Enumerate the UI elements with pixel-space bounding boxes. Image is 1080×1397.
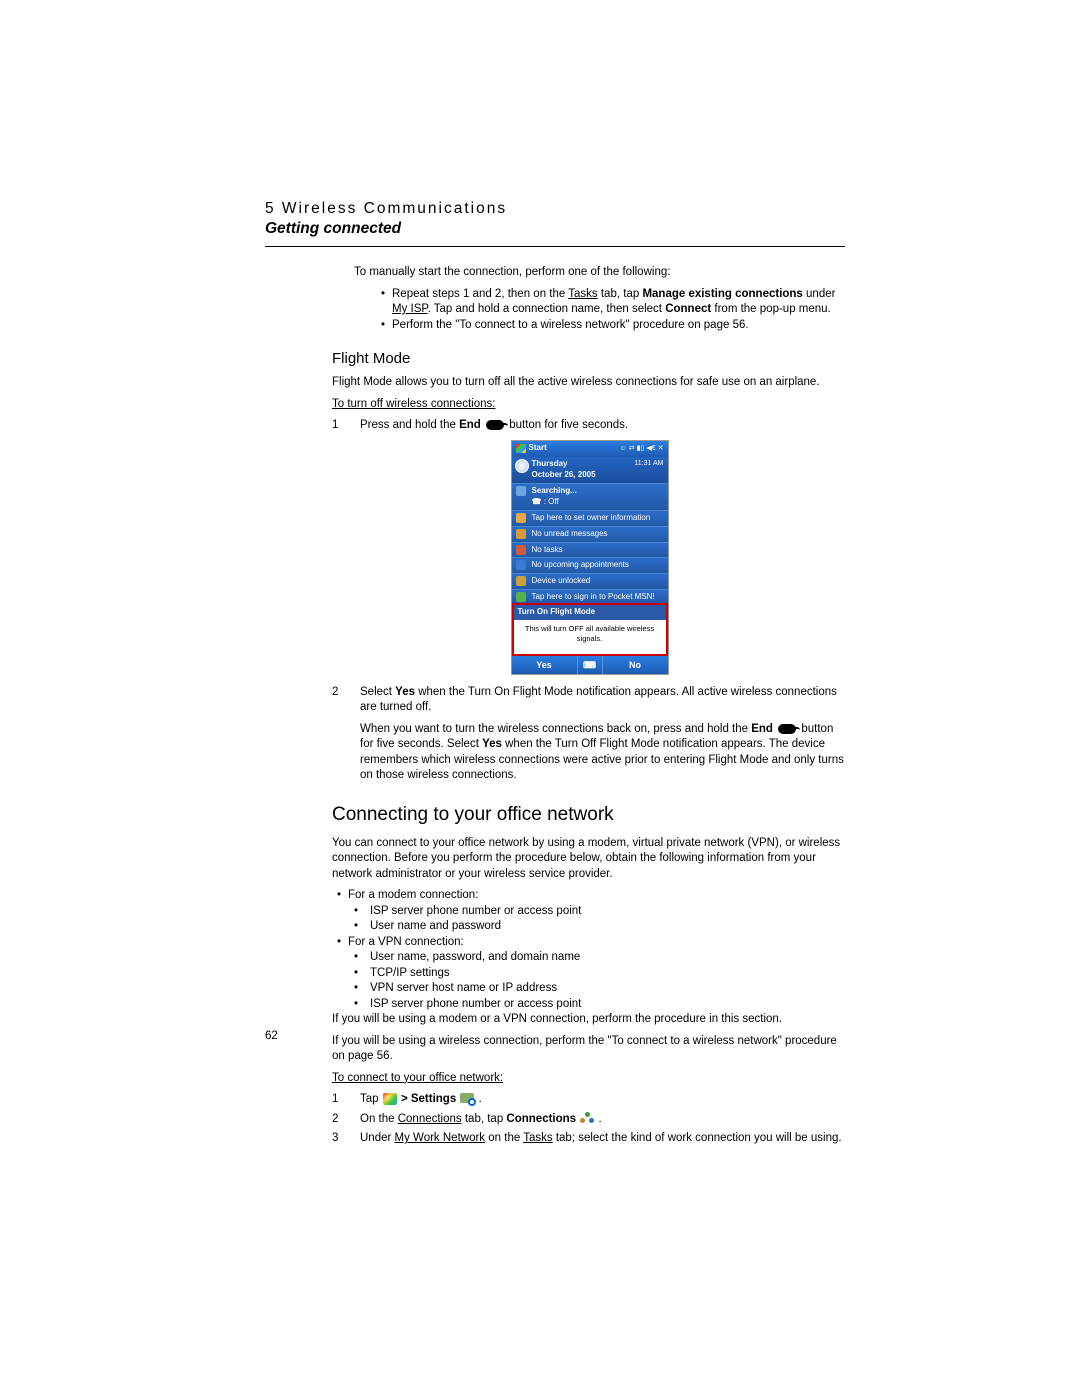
shot-popup-title: Turn On Flight Mode <box>514 605 666 620</box>
shot-row-signal: Searching...☎ : Off <box>512 483 668 510</box>
device-screenshot: Start ☺⇄▮▯◀€✕ Thursday11:31 AM October 2… <box>511 440 669 675</box>
office-step-2: 2 On the Connections tab, tap Connection… <box>332 1112 847 1128</box>
shot-yes-button: Yes <box>512 656 577 674</box>
office-intro: You can connect to your office network b… <box>332 836 847 883</box>
intro-bullet-1: • Repeat steps 1 and 2, then on the Task… <box>376 287 847 318</box>
vpn-item-3: •VPN server host name or IP address <box>332 981 847 997</box>
modem-item-2: •User name and password <box>332 919 847 935</box>
page-header: 5 Wireless Communications Getting connec… <box>265 200 845 263</box>
shot-row-tasks: No tasks <box>512 542 668 558</box>
page-number: 62 <box>265 1030 278 1042</box>
modem-item-1: •ISP server phone number or access point <box>332 904 847 920</box>
end-button-icon <box>486 420 504 430</box>
shot-row-lock: Device unlocked <box>512 573 668 589</box>
connections-icon <box>580 1112 594 1126</box>
intro-bullet-2: • Perform the "To connect to a wireless … <box>376 318 847 334</box>
flight-step-1: 1 Press and hold the End button for five… <box>332 418 847 434</box>
end-button-icon <box>778 724 796 734</box>
shot-row-appts: No upcoming appointments <box>512 557 668 573</box>
shot-titlebar: Start ☺⇄▮▯◀€✕ <box>512 441 668 457</box>
shot-row-msn: Tap here to sign in to Pocket MSN! <box>512 589 668 603</box>
shot-popup-body: This will turn OFF all available wireles… <box>514 620 666 654</box>
shot-no-button: No <box>603 656 668 674</box>
shot-keyboard-icon: ⌨ <box>577 656 603 674</box>
shot-today-row: Thursday11:31 AM October 26, 2005 <box>512 457 668 484</box>
office-after-2: If you will be using a wireless connecti… <box>332 1034 847 1065</box>
office-heading: Connecting to your office network <box>332 802 847 828</box>
start-icon <box>383 1093 397 1105</box>
section-title: Getting connected <box>265 220 845 238</box>
intro-lead: To manually start the connection, perfor… <box>332 265 847 281</box>
office-procedure-title: To connect to your office network: <box>332 1072 503 1084</box>
office-step-1: 1 Tap > Settings . <box>332 1092 847 1108</box>
settings-icon <box>460 1093 474 1105</box>
flight-procedure-title: To turn off wireless connections: <box>332 398 495 410</box>
windows-flag-icon <box>516 444 526 453</box>
modem-heading: •For a modem connection: <box>332 888 847 904</box>
shot-popup: Turn On Flight Mode This will turn OFF a… <box>512 603 668 656</box>
shot-start-label: Start <box>529 443 547 454</box>
vpn-item-2: •TCP/IP settings <box>332 966 847 982</box>
shot-status-icons: ☺⇄▮▯◀€✕ <box>620 444 664 453</box>
flight-step-2: 2 Select Yes when the Turn On Flight Mod… <box>332 685 847 784</box>
header-rule <box>265 246 845 247</box>
shot-bottom-bar: Yes ⌨ No <box>512 656 668 674</box>
shot-row-owner: Tap here to set owner information <box>512 510 668 526</box>
shot-row-messages: No unread messages <box>512 526 668 542</box>
chapter-title: 5 Wireless Communications <box>265 200 845 218</box>
clock-icon <box>515 459 529 473</box>
office-after-1: If you will be using a modem or a VPN co… <box>332 1012 847 1028</box>
vpn-heading: •For a VPN connection: <box>332 935 847 951</box>
flight-mode-desc: Flight Mode allows you to turn off all t… <box>332 375 847 391</box>
flight-mode-heading: Flight Mode <box>332 349 847 369</box>
office-step-3: 3 Under My Work Network on the Tasks tab… <box>332 1131 847 1147</box>
vpn-item-1: •User name, password, and domain name <box>332 950 847 966</box>
body-text: To manually start the connection, perfor… <box>332 265 847 1151</box>
vpn-item-4: •ISP server phone number or access point <box>332 997 847 1013</box>
